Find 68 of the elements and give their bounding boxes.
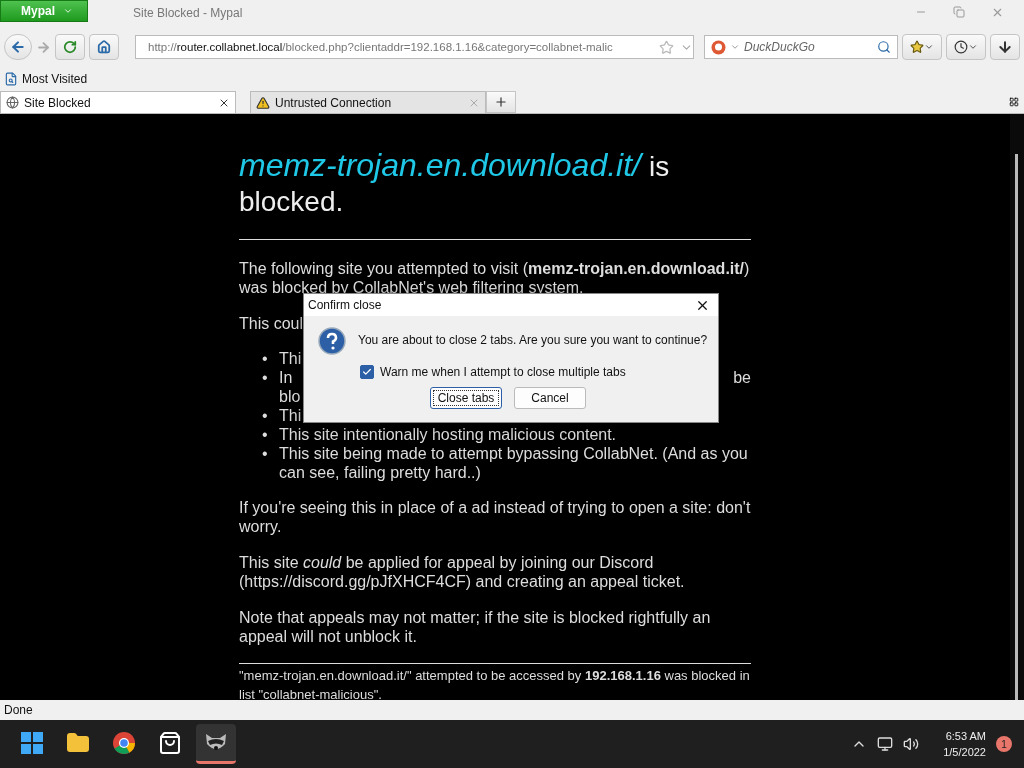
status-text: Done <box>3 702 34 719</box>
globe-icon <box>6 96 19 109</box>
warn-checkbox[interactable] <box>360 365 374 379</box>
caret-icon <box>968 42 978 52</box>
downloads-button[interactable] <box>990 34 1020 60</box>
dialog-button[interactable]: Cancel <box>514 387 586 409</box>
dialog-button[interactable]: Close tabs <box>430 387 502 409</box>
checkbox-label: Warn me when I attempt to close multiple tabs <box>380 365 626 379</box>
bullet-text: Thi <box>279 349 302 368</box>
home-button[interactable] <box>89 34 119 60</box>
notification-badge[interactable]: 1 <box>996 736 1012 752</box>
home-icon <box>97 40 111 54</box>
bullet-marker: • <box>262 425 269 444</box>
bullet-text: In <box>279 368 293 387</box>
check-icon <box>362 367 372 377</box>
bullet-text: This site intentionally hosting malicious content. <box>279 425 617 444</box>
bullet-text: blo <box>279 387 301 406</box>
paragraph-text: If you're seeing this in place of a ad instead of trying to open a site: don't worry. <box>239 498 751 536</box>
clock-icon <box>954 40 968 54</box>
volume-icon[interactable] <box>903 736 920 752</box>
paragraph-text: Note that appeals may not matter; if the site is blocked rightfully an appeal will not unblock it. <box>239 608 712 646</box>
bullet-text: Thi <box>279 406 302 425</box>
window-title: Site Blocked - Mypal <box>133 6 244 20</box>
address-field[interactable]: http://router.collabnet.local/blocked.php?clientaddr=192.168.1.16&category=collabnet-malic <box>135 35 694 59</box>
taskbar-button[interactable] <box>196 724 236 764</box>
question-icon <box>318 327 346 355</box>
chrome-icon <box>113 731 135 754</box>
bookmark-folder[interactable]: Most Visited <box>4 72 88 86</box>
bullet-text: be <box>733 368 751 387</box>
duck-logo-icon <box>711 39 726 55</box>
paragraph-text: This coul <box>239 314 305 333</box>
bullet-marker: • <box>262 444 269 464</box>
search-field[interactable]: DuckDuckGo <box>704 35 898 59</box>
dialog-message: You are about to close 2 tabs. Are you sure you want to continue? <box>358 333 708 347</box>
bullet-text: This site being made to attempt bypassing CollabNet. (And as you can see, failing pretty hard..) <box>279 444 749 482</box>
search-icon[interactable] <box>877 40 891 54</box>
clock-time[interactable]: 6:53 AM <box>945 728 986 744</box>
star-icon[interactable] <box>659 39 674 55</box>
store-bag-icon <box>158 730 182 755</box>
page-title: memz-trojan.en.download.it/ is blocked. <box>239 148 671 219</box>
tab-list-icon[interactable] <box>1009 97 1019 107</box>
reload-button[interactable] <box>55 34 85 60</box>
clock-date[interactable]: 1/5/2022 <box>943 744 986 760</box>
warning-icon <box>256 95 270 110</box>
bullet-marker: • <box>262 406 269 425</box>
footer-text: "memz-trojan.en.download.it/" attempted to be accessed by 192.168.1.16 was blocked in list "collabnet-malicious". <box>239 667 751 700</box>
caret-icon <box>730 42 740 52</box>
windows-icon <box>21 731 43 754</box>
star-icon <box>910 40 924 54</box>
scrollbar[interactable] <box>1010 114 1024 700</box>
back-button[interactable] <box>4 34 32 60</box>
history-button[interactable] <box>946 34 986 60</box>
dialog-title: Confirm close <box>308 298 382 312</box>
bookmarks-button[interactable] <box>902 34 942 60</box>
folder-search-icon <box>4 72 18 86</box>
browser-tab[interactable]: Untrusted Connection <box>250 91 486 113</box>
caret-icon <box>924 42 934 52</box>
caret-icon <box>63 6 73 16</box>
network-icon[interactable] <box>877 736 894 752</box>
download-arrow-icon <box>997 39 1013 55</box>
reload-icon <box>63 40 77 54</box>
bullet-marker: • <box>262 368 269 388</box>
new-tab-button[interactable] <box>486 91 516 113</box>
folder-icon <box>66 730 90 755</box>
bullet-marker: • <box>262 349 269 368</box>
paragraph-text: This site could be applied for appeal by joining our Discord (https://discord.gg/pJfXHCF4CF) and creating an appeal ticket. <box>239 553 686 591</box>
plus-icon <box>494 95 508 109</box>
browser-tab[interactable]: Site Blocked <box>0 91 236 113</box>
